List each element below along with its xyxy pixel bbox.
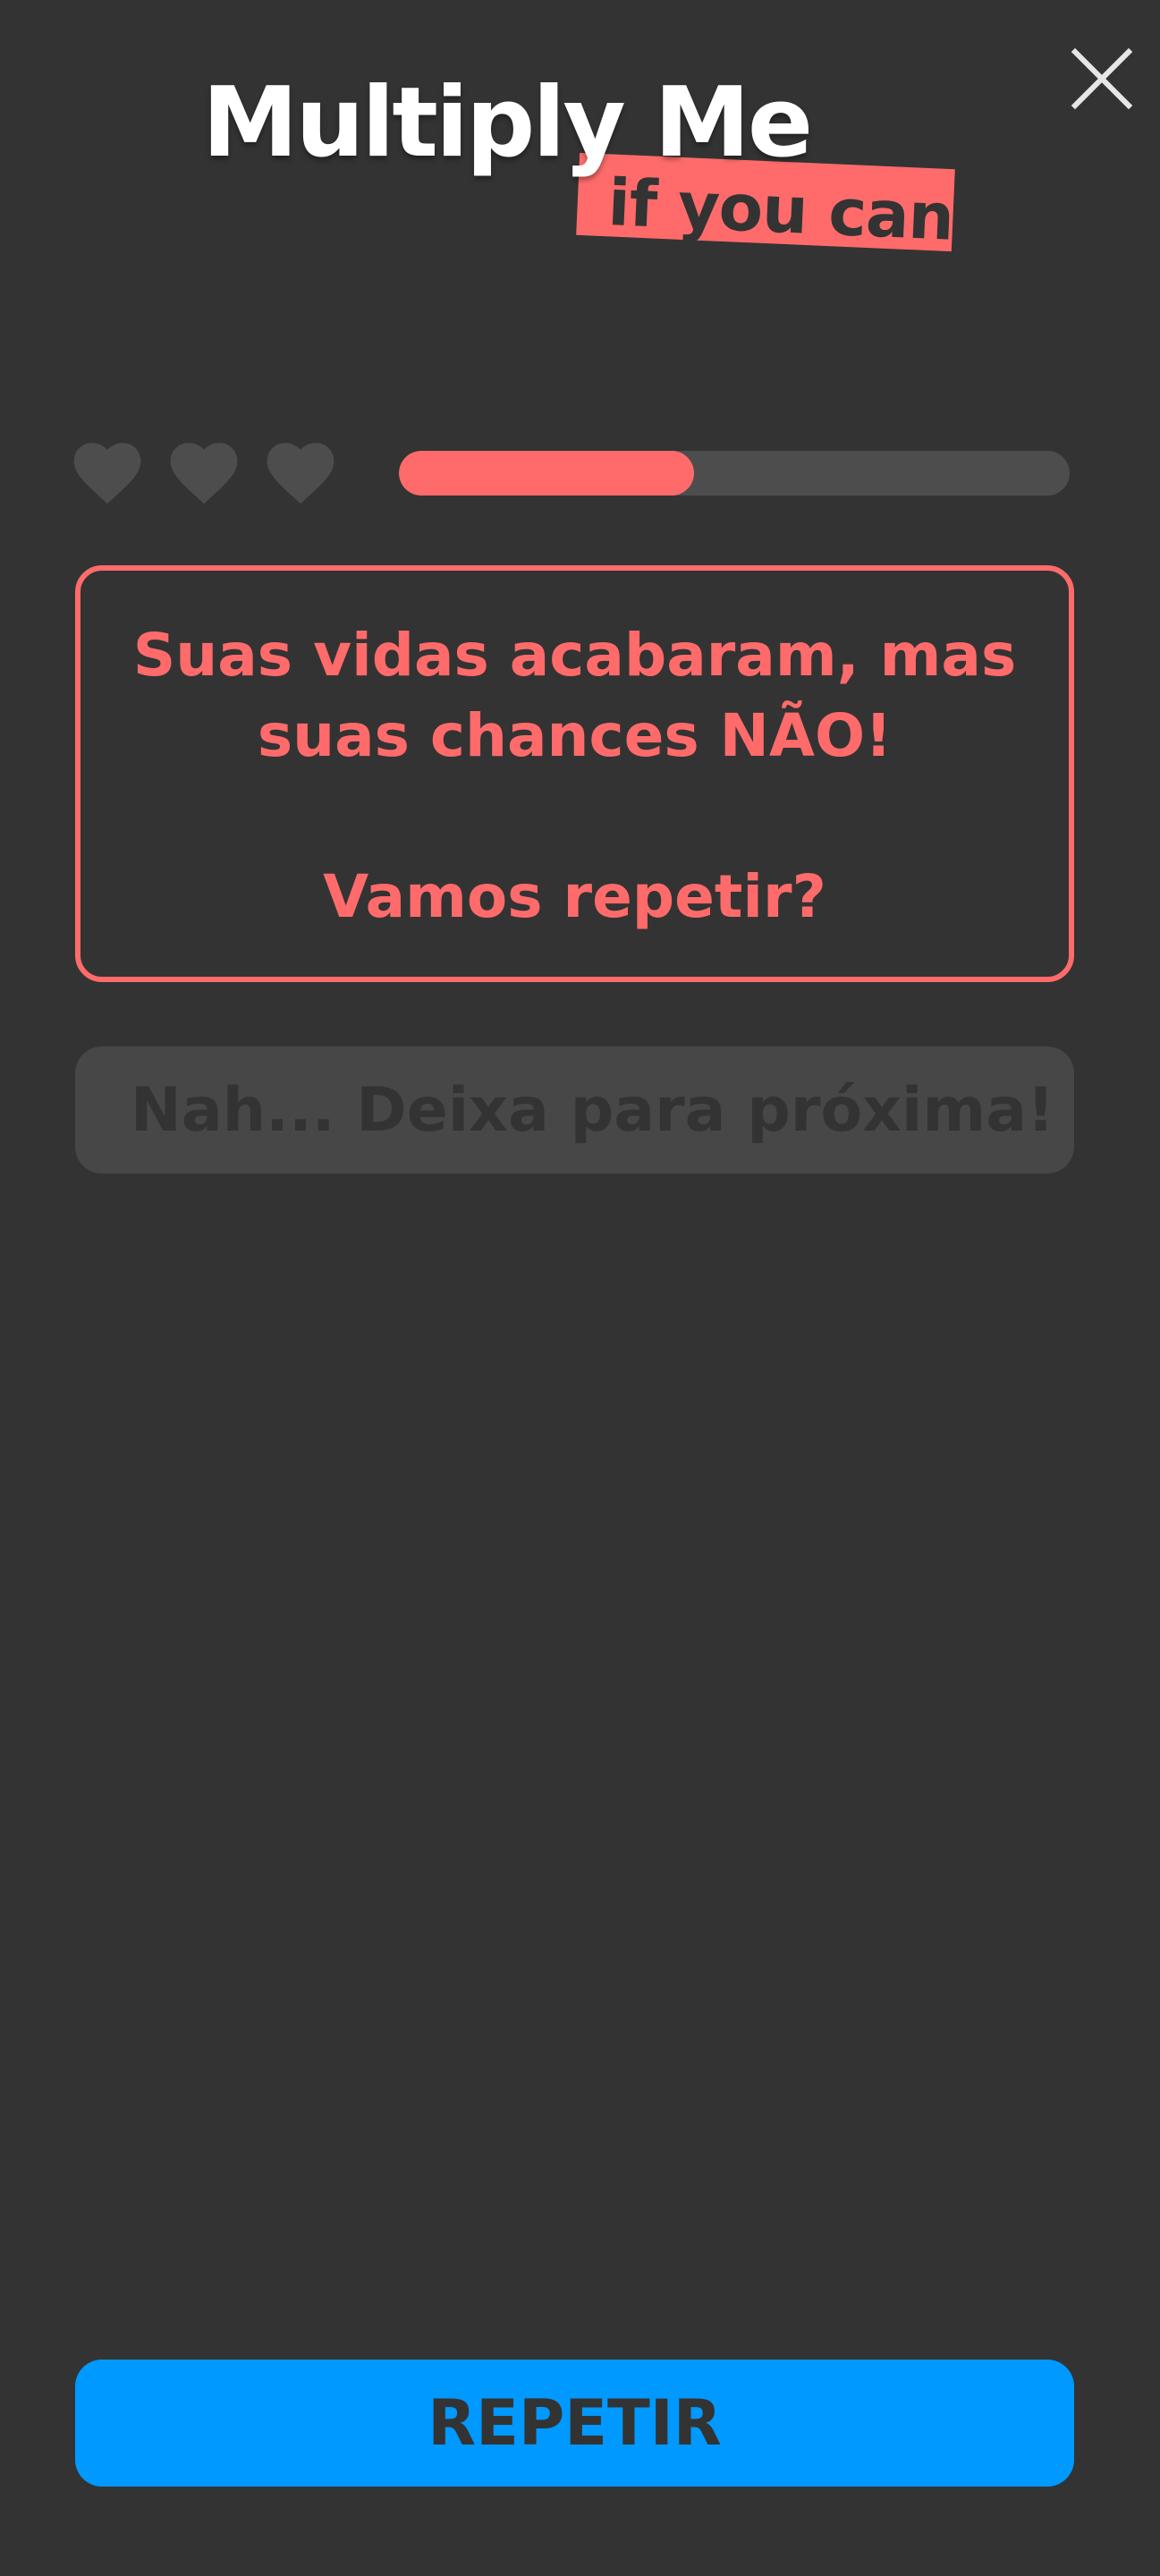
heart-icon xyxy=(267,443,334,504)
progress-bar-fill xyxy=(399,451,694,496)
lives-indicator xyxy=(73,442,334,506)
message-line-2: suas chances NÃO! xyxy=(257,701,893,770)
skip-button-label: Nah... Deixa para próxima! xyxy=(130,1074,1055,1146)
logo-title: Multiply Me xyxy=(202,67,813,179)
heart-icon xyxy=(170,443,238,504)
message-line-1: Suas vidas acabaram, mas xyxy=(132,621,1017,690)
progress-bar xyxy=(399,451,1070,496)
message-question: Vamos repetir? xyxy=(323,862,826,931)
repeat-button[interactable]: REPETIR xyxy=(75,2360,1074,2487)
game-over-message: Suas vidas acabaram, mas suas chances NÃ… xyxy=(75,565,1074,982)
app-logo: Multiply Me if you can xyxy=(0,0,1160,286)
game-over-screen: Multiply Me if you can Suas vidas acabar… xyxy=(0,0,1160,2576)
heart-icon xyxy=(73,443,141,504)
logo-tagline: if you can xyxy=(606,165,955,255)
skip-button[interactable]: Nah... Deixa para próxima! xyxy=(75,1046,1074,1174)
repeat-button-label: REPETIR xyxy=(428,2386,722,2460)
